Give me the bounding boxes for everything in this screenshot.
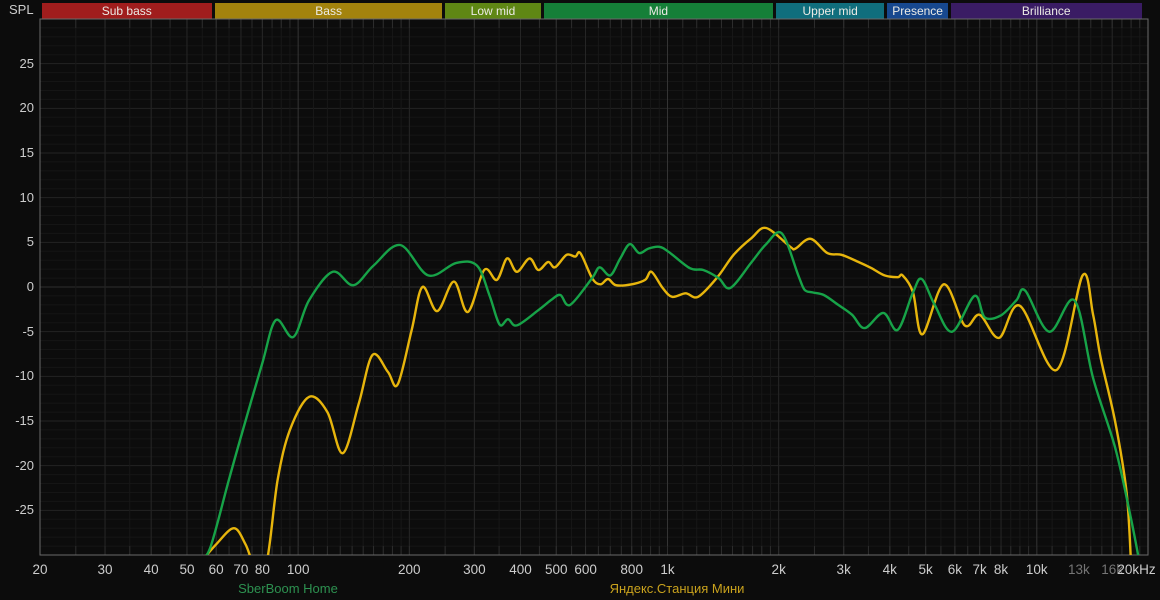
frequency-response-chart: SPL Sub bassBassLow midMidUpper midPrese… <box>0 0 1160 600</box>
x-tick-label-5k: 5k <box>918 562 932 577</box>
x-tick-label-600: 600 <box>574 562 597 577</box>
y-tick-label--25: -25 <box>0 502 34 517</box>
x-tick-label-4k: 4k <box>883 562 897 577</box>
x-tick-label-7k: 7k <box>972 562 986 577</box>
x-tick-label-8k: 8k <box>994 562 1008 577</box>
x-tick-label-13k: 13k <box>1068 562 1090 577</box>
y-tick-label-20: 20 <box>0 100 34 115</box>
x-tick-label-80: 80 <box>255 562 270 577</box>
legend-item-yandex-station-mini: Яндекс.Станция Мини <box>610 581 745 596</box>
x-tick-label-60: 60 <box>209 562 224 577</box>
y-tick-label-25: 25 <box>0 56 34 71</box>
x-tick-label-70: 70 <box>233 562 248 577</box>
x-tick-label-40: 40 <box>144 562 159 577</box>
x-tick-label-2k: 2k <box>772 562 786 577</box>
y-tick-label-15: 15 <box>0 145 34 160</box>
x-tick-label-1k: 1k <box>660 562 674 577</box>
x-tick-label-400: 400 <box>509 562 532 577</box>
x-tick-label-30: 30 <box>97 562 112 577</box>
x-tick-label-100: 100 <box>287 562 310 577</box>
x-tick-label-200: 200 <box>398 562 421 577</box>
x-tick-label-20: 20 <box>32 562 47 577</box>
x-tick-label-50: 50 <box>179 562 194 577</box>
plot-area <box>0 0 1160 600</box>
legend-item-sberboom-home: SberBoom Home <box>238 581 338 596</box>
x-tick-label-6k: 6k <box>948 562 962 577</box>
x-tick-label-500: 500 <box>545 562 568 577</box>
y-tick-label--5: -5 <box>0 324 34 339</box>
x-tick-label-800: 800 <box>620 562 643 577</box>
y-tick-label--20: -20 <box>0 458 34 473</box>
y-tick-label-0: 0 <box>0 279 34 294</box>
x-tick-label-10k: 10k <box>1026 562 1048 577</box>
y-tick-label--15: -15 <box>0 413 34 428</box>
y-tick-label-5: 5 <box>0 234 34 249</box>
y-tick-label-10: 10 <box>0 190 34 205</box>
y-tick-label--10: -10 <box>0 368 34 383</box>
x-tick-label-300: 300 <box>463 562 486 577</box>
x-tick-label-3k: 3k <box>837 562 851 577</box>
x-tick-label-20kHz: 20kHz <box>1117 562 1155 577</box>
